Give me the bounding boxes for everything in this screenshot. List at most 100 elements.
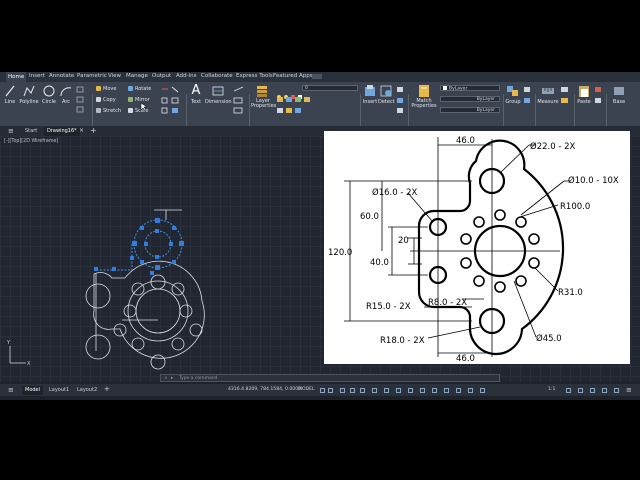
polyline-tool[interactable]: Polyline — [18, 84, 40, 105]
tab-annotate[interactable]: Annotate — [49, 73, 74, 79]
tab-start[interactable]: Start — [22, 127, 40, 136]
quick-calc-icon — [561, 87, 568, 103]
ribbon-tab-bar: Home Insert Annotate Parametric View Man… — [0, 72, 640, 82]
color-dropdown[interactable]: ByLayer — [440, 85, 500, 92]
tab-parametric[interactable]: Parametric — [77, 73, 107, 79]
gizmo-icon[interactable] — [456, 388, 461, 393]
add-layout-icon[interactable]: + — [104, 385, 110, 393]
rotate-tool[interactable]: Rotate — [128, 86, 151, 92]
stretch-icon — [96, 108, 101, 113]
new-tab-icon[interactable]: + — [90, 126, 97, 135]
command-line[interactable]: × ▸ Type a command — [160, 374, 500, 382]
paste-tool[interactable]: Paste — [576, 84, 592, 105]
text-tool[interactable]: A Text — [189, 84, 203, 106]
annotation-extra-icons[interactable] — [233, 86, 247, 116]
dimension-tool[interactable]: Dimension — [205, 84, 232, 105]
layer-tools-row[interactable] — [276, 96, 358, 118]
transparency-icon[interactable] — [396, 388, 401, 393]
tab-manage[interactable]: Manage — [126, 73, 148, 79]
annotation-visibility-icon[interactable] — [468, 388, 473, 393]
selection-cycling-icon[interactable] — [408, 388, 413, 393]
isolate-objects-icon[interactable] — [602, 388, 607, 393]
base-tool[interactable]: Base — [609, 84, 629, 105]
hatch-icon — [76, 86, 84, 113]
workspace-icon[interactable] — [566, 388, 571, 393]
detect-tool[interactable]: Detect — [378, 84, 395, 105]
match-properties-tool[interactable]: Match Properties — [411, 84, 437, 109]
tab-view[interactable]: View — [108, 73, 121, 79]
command-close-icon[interactable]: × — [164, 375, 168, 383]
tab-overflow-icon[interactable] — [312, 74, 322, 79]
copy-icon — [96, 97, 101, 102]
ortho-icon[interactable] — [340, 388, 345, 393]
modify-extra-icons[interactable] — [160, 86, 182, 116]
tab-featured-apps[interactable]: Featured Apps — [273, 73, 313, 79]
polar-icon[interactable] — [350, 388, 355, 393]
status-bar: ≡ Model Layout1 Layout2 + 4316.4.8209, 7… — [0, 384, 640, 396]
customize-icon[interactable]: ≡ — [626, 386, 632, 394]
measure-tool[interactable]: Measure — [537, 84, 559, 105]
selection-filter-icon[interactable] — [444, 388, 449, 393]
tab-drawing16[interactable]: Drawing16* — [44, 127, 80, 136]
match-properties-icon — [419, 85, 429, 97]
copy-tool[interactable]: Copy — [96, 97, 116, 103]
utilities-extra-icons[interactable] — [560, 86, 572, 116]
insert-tool[interactable]: Insert — [362, 84, 378, 105]
tab-layout2[interactable]: Layout2 — [74, 386, 100, 395]
line-icon — [5, 85, 15, 97]
stretch-tool[interactable]: Stretch — [96, 108, 121, 114]
snap-icon[interactable] — [328, 388, 333, 393]
clean-screen-icon[interactable] — [614, 388, 619, 393]
annotation-scale[interactable]: 1:1 — [548, 387, 555, 392]
3d-osnap-icon[interactable] — [420, 388, 425, 393]
ref-dim-20: 20 — [398, 236, 409, 246]
line-tool[interactable]: Line — [3, 84, 17, 105]
annotation-monitor-icon[interactable] — [578, 388, 583, 393]
space-indicator[interactable]: MODEL — [298, 387, 315, 392]
clipboard-extra-icons[interactable] — [594, 86, 604, 116]
circle-tool[interactable]: Circle — [41, 84, 57, 105]
tab-express-tools[interactable]: Express Tools — [236, 73, 273, 79]
draw-extra-icons[interactable] — [76, 86, 90, 116]
move-icon — [96, 86, 101, 91]
tab-insert[interactable]: Insert — [29, 73, 45, 79]
layer-dropdown[interactable]: 0 — [302, 85, 358, 91]
grid-icon[interactable] — [320, 388, 325, 393]
block-extra-icons[interactable] — [396, 86, 406, 116]
tab-output[interactable]: Output — [152, 73, 171, 79]
ref-dim-46-bottom: 46.0 — [456, 354, 475, 364]
lineweight-icon[interactable] — [384, 388, 389, 393]
tab-add-ins[interactable]: Add-ins — [176, 73, 197, 79]
lineweight-dropdown[interactable]: ByLayer — [440, 107, 500, 113]
tab-home[interactable]: Home — [6, 72, 27, 82]
cad-drawing[interactable]: Y X — [0, 136, 324, 382]
ucs-icon — [9, 346, 26, 364]
ribbon: Line Polyline Circle Arc Move Rotate Cop… — [0, 82, 640, 134]
tab-collaborate[interactable]: Collaborate — [201, 73, 233, 79]
move-tool[interactable]: Move — [96, 86, 116, 92]
group-tool[interactable]: Group — [505, 84, 521, 105]
leader-icon — [233, 86, 244, 114]
ref-dim-dia10: Ø10.0 - 10X — [568, 175, 619, 186]
auto-scale-icon[interactable] — [480, 388, 485, 393]
hamburger-menu-icon[interactable]: ≡ — [8, 128, 14, 135]
units-icon[interactable] — [590, 388, 595, 393]
layer-properties-tool[interactable]: Layer Properties — [251, 84, 276, 109]
ref-dim-dia22: Ø22.0 - 2X — [530, 141, 575, 152]
ref-dim-46-top: 46.0 — [456, 136, 475, 146]
linetype-dropdown[interactable]: ByLayer — [440, 96, 500, 102]
dynamic-ucs-icon[interactable] — [432, 388, 437, 393]
svg-text:Y: Y — [6, 340, 11, 346]
tab-model[interactable]: Model — [22, 386, 44, 395]
otrack-icon[interactable] — [372, 388, 377, 393]
reference-drawing-svg: 46.0 Ø22.0 - 2X Ø10.0 - 10X Ø16.0 - 2X R… — [328, 136, 619, 364]
rotate-icon — [128, 86, 133, 91]
arc-tool[interactable]: Arc — [59, 84, 73, 105]
mirror-icon — [128, 97, 133, 102]
osnap-icon[interactable] — [360, 388, 365, 393]
group-extra-icons[interactable] — [523, 86, 533, 116]
tab-layout1[interactable]: Layout1 — [46, 386, 72, 395]
close-tab-icon[interactable]: × — [79, 127, 84, 134]
ref-dim-r8: R8.0 - 2X — [428, 298, 467, 308]
layout-menu-icon[interactable]: ≡ — [8, 386, 14, 394]
